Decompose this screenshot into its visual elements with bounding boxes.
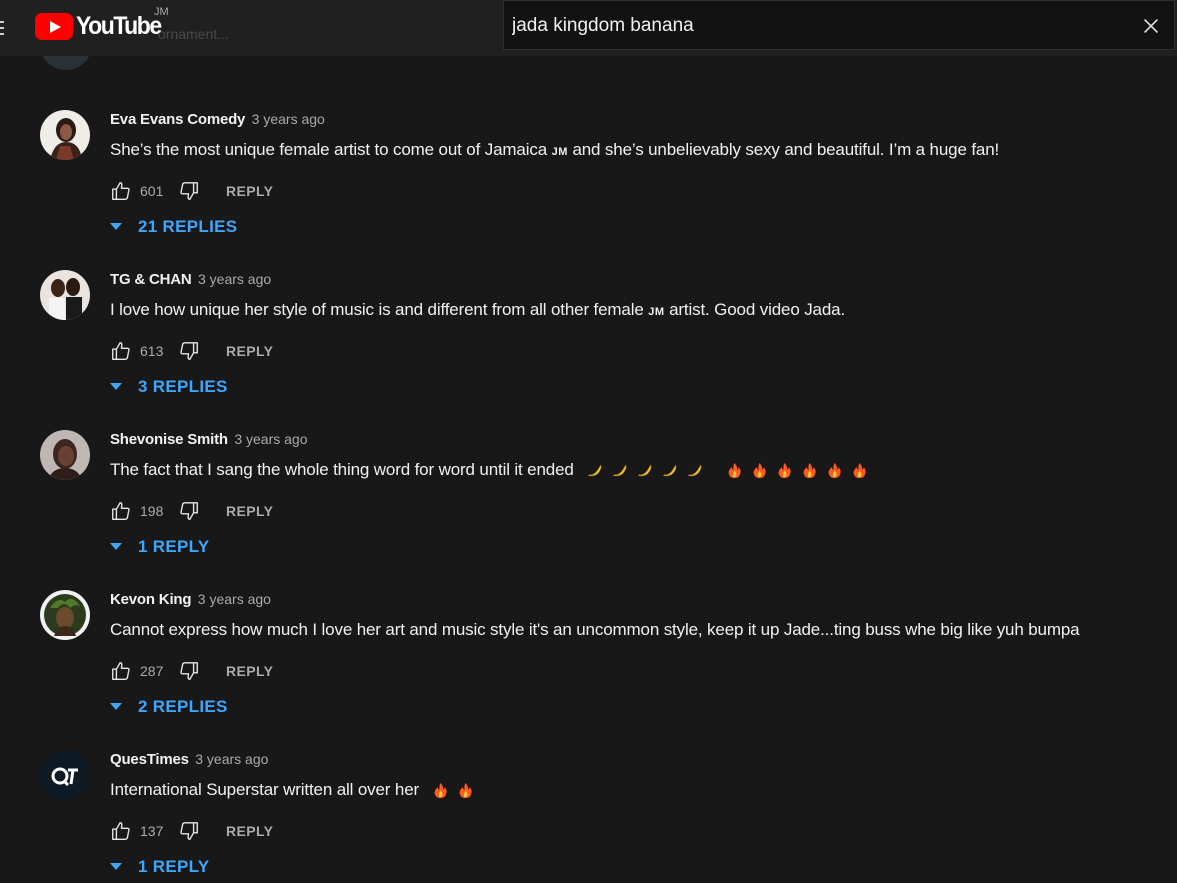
comment-text: I love how unique her style of music is … — [110, 300, 846, 319]
thumbs-down-icon[interactable] — [178, 180, 200, 202]
fire-emoji-group — [432, 782, 474, 799]
thumbs-down-icon[interactable] — [178, 500, 200, 522]
thumbs-up-icon[interactable] — [110, 820, 132, 842]
caret-down-icon — [110, 383, 122, 390]
comment-author[interactable]: Shevonise Smith — [110, 431, 228, 448]
reply-button[interactable]: REPLY — [226, 183, 273, 199]
comment-text: She’s the most unique female artist to c… — [110, 140, 1000, 159]
thumbs-up-icon[interactable] — [110, 500, 132, 522]
comment-actions: 601 REPLY — [110, 180, 273, 202]
view-replies-button[interactable]: 21 REPLIES — [110, 217, 237, 237]
caret-down-icon — [110, 223, 122, 230]
replies-label: 21 REPLIES — [138, 217, 238, 236]
banana-icon — [613, 464, 627, 477]
replies-label: 2 REPLIES — [138, 697, 228, 716]
avatar[interactable] — [40, 750, 90, 800]
faded-previous-text: ornament... — [158, 26, 229, 42]
comment-thread: QuesTimes 3 years ago International Supe… — [0, 750, 1177, 883]
avatar[interactable] — [40, 110, 90, 160]
jamaica-flag-icon: JM — [648, 306, 665, 318]
comment-time[interactable]: 3 years ago — [198, 591, 271, 607]
avatar[interactable] — [40, 590, 90, 640]
caret-down-icon — [110, 863, 122, 870]
top-bar: YouTube JM ornament... — [0, 0, 1177, 56]
replies-label: 1 REPLY — [138, 857, 210, 876]
reply-button[interactable]: REPLY — [226, 663, 273, 679]
comment-author[interactable]: Eva Evans Comedy — [110, 111, 245, 128]
guide-menu-icon[interactable] — [0, 18, 6, 38]
logo-text: YouTube — [76, 11, 162, 40]
caret-down-icon — [110, 543, 122, 550]
replies-label: 1 REPLY — [138, 537, 210, 556]
view-replies-button[interactable]: 1 REPLY — [110, 537, 209, 557]
banana-icon — [638, 464, 652, 477]
comment-actions: 198 REPLY — [110, 500, 273, 522]
comment-time[interactable]: 3 years ago — [252, 111, 325, 127]
fire-icon — [803, 462, 816, 479]
fire-icon — [753, 462, 766, 479]
thumbs-down-icon[interactable] — [178, 660, 200, 682]
comment-actions: 137 REPLY — [110, 820, 273, 842]
search-box[interactable] — [503, 0, 1175, 50]
comment-time[interactable]: 3 years ago — [234, 431, 307, 447]
thumbs-up-icon[interactable] — [110, 180, 132, 202]
comment-author[interactable]: Kevon King — [110, 591, 192, 608]
youtube-watch-page: YouTube JM ornament... Eva Evans Comedy … — [0, 0, 1177, 883]
replies-label: 3 REPLIES — [138, 377, 228, 396]
comment-author[interactable]: QuesTimes — [110, 751, 189, 768]
banana-icon — [663, 464, 677, 477]
comment-thread: Eva Evans Comedy 3 years ago She’s the m… — [0, 110, 1177, 270]
like-count: 613 — [140, 343, 164, 359]
avatar[interactable] — [40, 270, 90, 320]
reply-button[interactable]: REPLY — [226, 823, 273, 839]
comment-time[interactable]: 3 years ago — [195, 751, 268, 767]
fire-icon — [853, 462, 866, 479]
caret-down-icon — [110, 703, 122, 710]
close-icon[interactable] — [1140, 15, 1162, 37]
view-replies-button[interactable]: 3 REPLIES — [110, 377, 228, 397]
view-replies-button[interactable]: 2 REPLIES — [110, 697, 228, 717]
youtube-logo[interactable]: YouTube — [35, 12, 168, 40]
avatar[interactable] — [40, 430, 90, 480]
like-count: 198 — [140, 503, 164, 519]
like-count: 137 — [140, 823, 164, 839]
thumbs-up-icon[interactable] — [110, 660, 132, 682]
fire-icon — [434, 782, 447, 799]
like-count: 287 — [140, 663, 164, 679]
comment-thread: Shevonise Smith 3 years ago The fact tha… — [0, 430, 1177, 590]
thumbs-up-icon[interactable] — [110, 340, 132, 362]
comment-time[interactable]: 3 years ago — [198, 271, 271, 287]
comment-actions: 287 REPLY — [110, 660, 273, 682]
comment-thread: Kevon King 3 years ago Cannot express ho… — [0, 590, 1177, 750]
fire-icon — [728, 462, 741, 479]
thumbs-down-icon[interactable] — [178, 340, 200, 362]
like-count: 601 — [140, 183, 164, 199]
fire-icon — [459, 782, 472, 799]
thumbs-down-icon[interactable] — [178, 820, 200, 842]
view-replies-button[interactable]: 1 REPLY — [110, 857, 209, 877]
comment-thread: TG & CHAN 3 years ago I love how unique … — [0, 270, 1177, 430]
fire-emoji-group — [726, 462, 868, 479]
country-code: JM — [154, 6, 169, 18]
comment-author[interactable]: TG & CHAN — [110, 271, 192, 288]
banana-emoji-group — [586, 462, 703, 479]
search-input[interactable] — [512, 13, 1112, 39]
youtube-play-icon — [35, 12, 73, 40]
fire-icon — [828, 462, 841, 479]
fire-icon — [778, 462, 791, 479]
comment-actions: 613 REPLY — [110, 340, 273, 362]
banana-icon — [588, 464, 602, 477]
reply-button[interactable]: REPLY — [226, 343, 273, 359]
comment-text: International Superstar written all over… — [110, 780, 474, 800]
jamaica-flag-icon: JM — [551, 146, 568, 158]
comment-text: The fact that I sang the whole thing wor… — [110, 460, 868, 480]
comment-text: Cannot express how much I love her art a… — [110, 620, 1080, 639]
banana-icon — [688, 464, 702, 477]
reply-button[interactable]: REPLY — [226, 503, 273, 519]
